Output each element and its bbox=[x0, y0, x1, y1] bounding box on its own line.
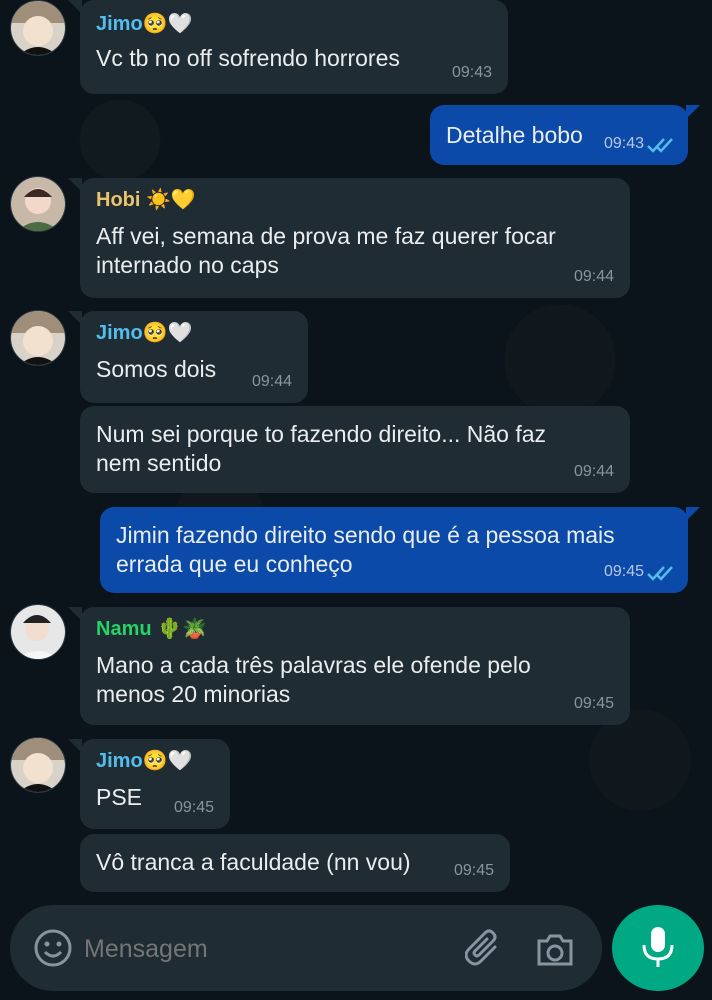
avatar-jimo[interactable] bbox=[10, 310, 66, 366]
message-bubble[interactable]: Jimo🥺🤍 Somos dois 09:44 bbox=[68, 311, 308, 403]
sender-name[interactable]: Jimo🥺🤍 bbox=[96, 321, 292, 345]
sender-name[interactable]: Jimo🥺🤍 bbox=[96, 749, 214, 773]
avatar-jimo-icon bbox=[11, 738, 65, 792]
message-text: Vô tranca a faculdade (nn vou) bbox=[96, 849, 411, 875]
sender-name[interactable]: Jimo🥺🤍 bbox=[96, 12, 492, 36]
message-input-bar[interactable] bbox=[10, 905, 602, 991]
message-time: 09:45 bbox=[173, 799, 214, 816]
read-receipt-icon bbox=[647, 138, 673, 153]
avatar-hobi[interactable] bbox=[10, 176, 66, 232]
message-bubble[interactable]: Hobi ☀️💛 Aff vei, semana de prova me faz… bbox=[68, 178, 630, 298]
message-time: 09:44 bbox=[573, 268, 614, 285]
message-input[interactable] bbox=[82, 923, 446, 975]
message-bubble-outgoing[interactable]: Detalhe bobo 09:43 bbox=[430, 105, 700, 165]
sender-name[interactable]: Hobi ☀️💛 bbox=[96, 188, 614, 212]
message-text: Vc tb no off sofrendo horrores bbox=[96, 45, 400, 71]
avatar-namu[interactable] bbox=[10, 604, 66, 660]
message-text: Jimin fazendo direito sendo que é a pess… bbox=[116, 522, 615, 577]
paperclip-icon[interactable] bbox=[465, 929, 505, 971]
avatar-jimo[interactable] bbox=[10, 0, 66, 56]
avatar-namu-icon bbox=[11, 605, 65, 659]
microphone-icon bbox=[642, 927, 674, 967]
message-bubble[interactable]: Jimo🥺🤍 PSE 09:45 bbox=[68, 739, 230, 829]
message-time: 09:43 bbox=[451, 64, 492, 81]
message-bubble-outgoing[interactable]: Jimin fazendo direito sendo que é a pess… bbox=[100, 507, 700, 593]
read-receipt-icon bbox=[647, 566, 673, 581]
message-time: 09:45 bbox=[603, 563, 644, 580]
avatar-hobi-icon bbox=[11, 177, 65, 231]
message-bubble[interactable]: Namu 🌵🪴 Mano a cada três palavras ele of… bbox=[68, 607, 630, 725]
avatar-jimo-icon bbox=[11, 1, 65, 55]
message-time: 09:45 bbox=[573, 695, 614, 712]
avatar-jimo-icon bbox=[11, 311, 65, 365]
message-time: 09:44 bbox=[251, 373, 292, 390]
message-time: 09:43 bbox=[603, 135, 644, 152]
message-time: 09:45 bbox=[453, 862, 494, 879]
message-bubble[interactable]: Jimo🥺🤍 Vc tb no off sofrendo horrores 09… bbox=[68, 0, 508, 94]
avatar-jimo[interactable] bbox=[10, 737, 66, 793]
camera-icon[interactable] bbox=[534, 931, 576, 969]
message-bubble[interactable]: Vô tranca a faculdade (nn vou) 09:45 bbox=[80, 834, 510, 892]
message-text: Num sei porque to fazendo direito... Não… bbox=[96, 421, 547, 476]
sender-name[interactable]: Namu 🌵🪴 bbox=[96, 617, 614, 641]
message-bubble[interactable]: Num sei porque to fazendo direito... Não… bbox=[80, 406, 630, 493]
message-time: 09:44 bbox=[573, 463, 614, 480]
message-text: Aff vei, semana de prova me faz querer f… bbox=[96, 223, 556, 278]
microphone-button[interactable] bbox=[612, 905, 704, 991]
message-text: Mano a cada três palavras ele ofende pel… bbox=[96, 652, 531, 707]
emoji-icon[interactable] bbox=[34, 929, 72, 967]
